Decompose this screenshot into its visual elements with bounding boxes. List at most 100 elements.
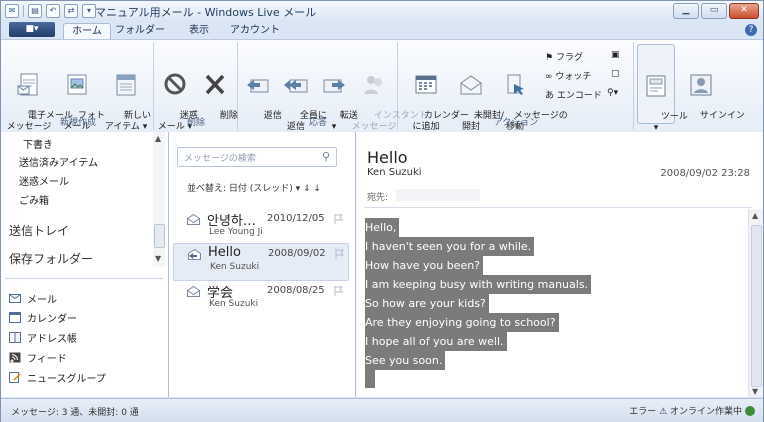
status-bar: メッセージ: 3 通、未開封: 0 通 エラー ⚠ オンライン作業中 <box>1 398 763 422</box>
reading-to-value[interactable] <box>396 189 480 201</box>
group-actions-label: アクション <box>493 118 539 128</box>
instant-message-button[interactable]: インスタント メッセージ <box>351 50 428 144</box>
folder-scroll-thumb[interactable] <box>154 224 165 248</box>
encode-button[interactable]: あ エンコード <box>545 88 602 101</box>
new-email-icon <box>17 73 38 96</box>
reading-scroll-thumb[interactable] <box>751 225 762 387</box>
help-icon[interactable]: ? <box>745 24 757 36</box>
app-icon[interactable]: ✉ <box>5 4 19 18</box>
scroll-down-icon[interactable]: ▼ <box>155 254 161 263</box>
watch-icon: ∞ <box>545 72 553 82</box>
status-online-text: エラー ⚠ オンライン作業中 <box>629 407 742 417</box>
header-divider <box>364 207 752 208</box>
group-delete: 迷惑 メール ▾ 削除 削除 <box>155 42 238 132</box>
reply-icon[interactable]: ↶ <box>46 4 60 18</box>
reading-date: 2008/09/02 23:28 <box>660 168 750 179</box>
find-icon[interactable]: ⚲▾ <box>607 88 618 98</box>
minimize-button[interactable]: ▁ <box>673 3 699 19</box>
folder-storage[interactable]: 保存フォルダー <box>9 250 93 267</box>
message-from: Lee Young Ji <box>209 227 263 237</box>
window-title: マニュアル用メール - Windows Live メール <box>95 6 317 19</box>
list-item[interactable]: 学会 2008/08/25 Ken Suzuki <box>173 281 347 317</box>
newsgroup-icon <box>9 372 21 383</box>
search-icon[interactable]: ⚲ <box>322 150 330 163</box>
status-message-count: メッセージ: 3 通、未開封: 0 通 <box>11 408 139 418</box>
copy-icon[interactable]: ▣ <box>611 50 620 60</box>
folder-drafts[interactable]: 下書き <box>23 136 53 151</box>
group-delete-label: 削除 <box>186 118 205 128</box>
search-input[interactable]: メッセージの検索 <box>184 151 256 164</box>
nav-mail-label: メール <box>27 295 57 306</box>
reply-all-button[interactable]: 全員に 返信 <box>277 50 327 144</box>
junk-button[interactable]: 迷惑 メール ▾ <box>157 50 198 144</box>
tab-folder[interactable]: フォルダー <box>115 23 165 39</box>
new-item-button[interactable]: 新しい アイテム ▾ <box>101 50 151 144</box>
tools-button[interactable]: ツール ▾ <box>637 44 688 133</box>
tab-view[interactable]: 表示 <box>181 23 217 39</box>
folder-junk[interactable]: 迷惑メール <box>19 173 69 188</box>
scroll-up-icon[interactable]: ▲ <box>752 211 758 220</box>
group-respond-label: 応答 <box>308 118 327 128</box>
instant-message-icon <box>364 76 382 94</box>
nav-addressbook[interactable]: アドレス帳 <box>9 330 77 345</box>
scroll-down-icon[interactable]: ▼ <box>752 387 758 396</box>
group-respond: 返信 全員に 返信 転送 ▾ インスタント メッセージ 応答 <box>239 42 428 132</box>
app-menu-button[interactable]: ■▾ <box>9 22 55 37</box>
message-from: Ken Suzuki <box>210 262 260 272</box>
group-actions: カレンダー に追加 未開封/ 開封 メッセージの 移動 ⚑ フラグ ∞ ウォッチ… <box>399 42 634 132</box>
flag-button[interactable]: ⚑ フラグ <box>545 50 583 63</box>
add-to-calendar-button[interactable]: カレンダー に追加 <box>401 50 469 144</box>
close-button[interactable]: ✕ <box>729 3 759 19</box>
message-list: メッセージの検索 ⚲ 並べ替え: 日付 (スレッド) ▾ ⇓ ↓ 안녕하… 20… <box>169 132 356 397</box>
selected-empty-line <box>365 370 375 388</box>
nav-newsgroups[interactable]: ニュースグループ <box>9 370 106 385</box>
reading-scrollbar[interactable]: ▲ ▼ <box>748 209 763 397</box>
reading-to-label: 宛先: <box>367 193 389 203</box>
nav-calendar[interactable]: カレンダー <box>9 310 77 325</box>
unread-read-button[interactable]: 未開封/ 開封 <box>451 50 504 144</box>
ribbon: 電子メール メッセージ フォト メール 新しい アイテム ▾ 新規作成 迷惑 メ… <box>1 39 763 133</box>
reply-all-icon <box>284 79 308 93</box>
message-search[interactable]: メッセージの検索 ⚲ <box>177 147 337 167</box>
folder-scrollbar[interactable]: ▲ ▼ <box>153 132 165 267</box>
maximize-button[interactable]: ▭ <box>701 3 727 19</box>
envelope-read-icon <box>187 286 200 297</box>
reading-pane: Hello Ken Suzuki 2008/09/02 23:28 宛先: He… <box>356 132 763 397</box>
status-right[interactable]: エラー ⚠ オンライン作業中 <box>629 404 755 417</box>
tab-account[interactable]: アカウント <box>229 23 281 39</box>
body-line: See you soon. <box>365 351 446 370</box>
title-bar: ✉ ▤ ↶ ⇄ ▾ マニュアル用メール - Windows Live メール ▁… <box>1 1 763 21</box>
calendar-icon <box>415 75 437 94</box>
reading-from[interactable]: Ken Suzuki <box>367 167 422 178</box>
watch-button[interactable]: ∞ ウォッチ <box>545 69 591 82</box>
move-message-button[interactable]: メッセージの 移動 <box>491 50 568 144</box>
nav-addressbook-label: アドレス帳 <box>27 334 77 345</box>
list-item[interactable]: Hello 2008/09/02 Ken Suzuki <box>173 243 349 281</box>
folder-trash[interactable]: ごみ箱 <box>19 192 49 207</box>
sign-in-button[interactable]: サインイン <box>677 50 745 133</box>
new-email-button[interactable]: 電子メール メッセージ <box>5 50 73 144</box>
flag-icon <box>334 286 344 296</box>
sort-dropdown[interactable]: 並べ替え: 日付 (スレッド) ▾ ⇓ ↓ <box>187 181 321 194</box>
forward-button[interactable]: 転送 ▾ <box>317 50 358 144</box>
qat-dropdown-icon[interactable]: ▾ <box>82 4 96 18</box>
list-item[interactable]: 안녕하… 2010/12/05 Lee Young Ji <box>173 209 347 245</box>
new-mail-icon[interactable]: ▤ <box>28 4 42 18</box>
group-tools: ツール ▾ サインイン <box>635 42 745 133</box>
send-receive-icon[interactable]: ⇄ <box>64 4 78 18</box>
photo-mail-button[interactable]: フォト メール <box>55 50 105 144</box>
folder-sent[interactable]: 送信済みアイテム <box>19 154 98 169</box>
nav-mail[interactable]: メール <box>9 291 57 306</box>
photo-mail-icon <box>67 74 87 95</box>
copy-to-folder-icon[interactable]: ▢ <box>611 69 620 79</box>
folder-outbox[interactable]: 送信トレイ <box>9 222 69 239</box>
nav-feeds[interactable]: フィード <box>9 350 67 365</box>
scroll-up-icon[interactable]: ▲ <box>155 134 161 143</box>
tab-home[interactable]: ホーム <box>63 23 111 40</box>
body-line: I hope all of you are well. <box>365 332 507 351</box>
message-body[interactable]: Hello, I haven't seen you for a while. H… <box>365 218 592 388</box>
new-item-icon <box>116 74 136 96</box>
delete-icon <box>205 74 225 95</box>
quick-access-toolbar: ✉ ▤ ↶ ⇄ ▾ <box>5 4 96 18</box>
divider <box>23 5 24 17</box>
